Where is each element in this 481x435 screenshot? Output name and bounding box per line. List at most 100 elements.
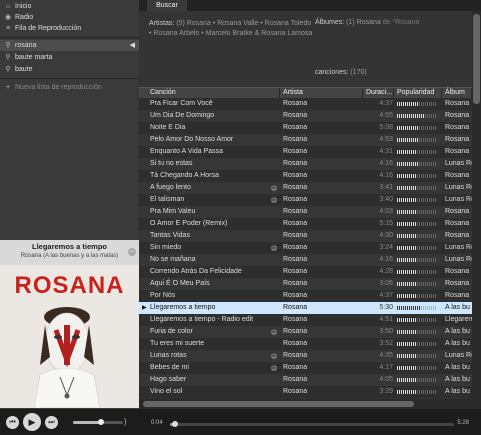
track-artist[interactable]: Rosana [283, 122, 363, 134]
track-album[interactable]: A las bu [445, 302, 472, 314]
track-artist[interactable]: Rosana [283, 158, 363, 170]
table-row[interactable]: Pra Mim Valeu Rosana 4:03 Rosana [139, 206, 472, 218]
table-row[interactable]: El talisman Rosana 3:40 Lunas Ro E [139, 194, 472, 206]
track-album[interactable]: A las bu [445, 386, 472, 398]
track-album[interactable]: Lunas Ro [445, 242, 472, 254]
track-artist[interactable]: Rosana [283, 278, 363, 290]
albums-list[interactable]: (1) Rosana [346, 19, 381, 26]
table-row[interactable]: Llegaremos a tiempo - Radio edit Rosana 4:… [139, 314, 472, 326]
table-row[interactable]: A fuego lento Rosana 3:41 Lunas Ro E [139, 182, 472, 194]
table-row[interactable]: Tá Chegando A Horsa Rosana 4:16 Rosana [139, 170, 472, 182]
table-row[interactable]: Por Nós Rosana 4:37 Rosana [139, 290, 472, 302]
track-album[interactable]: Rosana [445, 98, 472, 110]
table-row[interactable]: Enquanto A Vida Passa Rosana 4:31 Rosana [139, 146, 472, 158]
track-album[interactable]: Lunas Ro [445, 194, 472, 206]
track-album[interactable]: Rosana [445, 170, 472, 182]
track-album[interactable]: Lunas Ro [445, 254, 472, 266]
next-button[interactable]: ⏭ [45, 416, 58, 429]
track-artist[interactable]: Rosana [283, 146, 363, 158]
sidebar-search-baute[interactable]: ⚲ baute [0, 64, 139, 75]
close-icon[interactable]: – [128, 248, 136, 256]
volume-slider[interactable] [73, 419, 123, 425]
column-header-song[interactable]: Canción [139, 88, 280, 98]
previous-button[interactable]: ⏮ [6, 416, 19, 429]
track-album[interactable]: Rosana [445, 278, 472, 290]
track-artist[interactable]: Rosana [283, 206, 363, 218]
play-button[interactable]: ▶ [23, 413, 41, 431]
table-row[interactable]: Aqui É O Meu País Rosana 3:06 Rosana [139, 278, 472, 290]
table-row[interactable]: Si tu no estas Rosana 4:16 Lunas Ro [139, 158, 472, 170]
table-row[interactable]: Hago saber Rosana 4:05 A las bu [139, 374, 472, 386]
table-row[interactable]: O Amor E Poder (Remix) Rosana 5:15 Rosana [139, 218, 472, 230]
track-album[interactable]: Lunas Ro [445, 158, 472, 170]
track-album[interactable]: Lunas Ro [445, 182, 472, 194]
track-album[interactable]: A las bu [445, 338, 472, 350]
track-artist[interactable]: Rosana [283, 170, 363, 182]
track-album[interactable]: Rosana [445, 122, 472, 134]
table-row[interactable]: No se mañana Rosana 4:16 Lunas Ro [139, 254, 472, 266]
artists-list[interactable]: (5) Rosana • Rosana Valle • Rosana Toled… [149, 20, 312, 37]
sidebar-search-rosana[interactable]: ⚲ rosana ◀ [0, 40, 139, 51]
track-artist[interactable]: Rosana [283, 314, 363, 326]
track-album[interactable]: Llegarem [445, 314, 472, 326]
table-row[interactable]: Noite E Dia Rosana 5:08 Rosana [139, 122, 472, 134]
table-row[interactable]: Tantas Vidas Rosana 4:30 Rosana [139, 230, 472, 242]
column-header-popularity[interactable]: Popularidad [394, 88, 442, 98]
track-artist[interactable]: Rosana [283, 302, 363, 314]
column-header-artist[interactable]: Artista [280, 88, 363, 98]
track-album[interactable]: Rosana [445, 146, 472, 158]
column-header-album[interactable]: Álbum [442, 88, 472, 98]
scroll-thumb[interactable] [473, 14, 480, 104]
table-row[interactable]: Correndo Atrás Da Felicidade Rosana 4:28 Ro… [139, 266, 472, 278]
sidebar-item-queue[interactable]: ≡ Fila de Reproducción [0, 23, 139, 34]
track-artist[interactable]: Rosana [283, 134, 363, 146]
track-album[interactable]: Rosana [445, 218, 472, 230]
track-album[interactable]: A las bu [445, 374, 472, 386]
scroll-thumb[interactable] [143, 401, 414, 407]
horizontal-scrollbar[interactable] [139, 399, 472, 409]
column-header-duration[interactable]: Duraci... [363, 88, 394, 98]
track-album[interactable]: Rosana [445, 134, 472, 146]
track-album[interactable]: Rosana [445, 110, 472, 122]
track-artist[interactable]: Rosana [283, 338, 363, 350]
table-row[interactable]: Furia de color Rosana 3:50 A las bu E [139, 326, 472, 338]
track-artist[interactable]: Rosana [283, 110, 363, 122]
track-album[interactable]: A las bu [445, 326, 472, 338]
track-artist[interactable]: Rosana [283, 350, 363, 362]
track-album[interactable]: A las bu [445, 362, 472, 374]
track-artist[interactable]: Rosana [283, 266, 363, 278]
table-row[interactable]: ▶ Llegaremos a tiempo Rosana 5:30 A las bu [139, 302, 472, 314]
track-artist[interactable]: Rosana [283, 386, 363, 398]
table-row[interactable]: Um Dia De Domingo Rosana 4:55 Rosana [139, 110, 472, 122]
seek-slider[interactable] [170, 421, 454, 427]
track-album[interactable]: Rosana [445, 290, 472, 302]
track-artist[interactable]: Rosana [283, 362, 363, 374]
album-cover[interactable]: ROSANA [0, 265, 139, 408]
now-playing-info[interactable]: Llegaremos a tiempo Rosana (A las buenas… [0, 240, 139, 265]
track-artist[interactable]: Rosana [283, 242, 363, 254]
track-artist[interactable]: Rosana [283, 326, 363, 338]
table-row[interactable]: Bebes de mi Rosana 4:17 A las bu E [139, 362, 472, 374]
table-row[interactable]: Pra Ficar Com Você Rosana 4:37 Rosana [139, 98, 472, 110]
new-playlist-button[interactable]: + Nueva lista de reproducción [0, 82, 139, 93]
seek-knob[interactable] [172, 421, 179, 427]
table-row[interactable]: Vino el sol Rosana 3:29 A las bu [139, 386, 472, 398]
sidebar-item-radio[interactable]: ◉ Radio [0, 12, 139, 23]
track-album[interactable]: Lunas Ro [445, 350, 472, 362]
table-row[interactable]: Lunas rotas Rosana 4:35 Lunas Ro E [139, 350, 472, 362]
vertical-scrollbar[interactable] [472, 11, 481, 409]
table-row[interactable]: Sin miedo Rosana 3:24 Lunas Ro E [139, 242, 472, 254]
track-artist[interactable]: Rosana [283, 218, 363, 230]
sidebar-search-baute-marta[interactable]: ⚲ baute marta [0, 52, 139, 63]
track-artist[interactable]: Rosana [283, 374, 363, 386]
volume-knob[interactable] [97, 419, 104, 425]
track-artist[interactable]: Rosana [283, 290, 363, 302]
tab-buscar[interactable]: Buscar [147, 0, 187, 11]
track-artist[interactable]: Rosana [283, 254, 363, 266]
track-album[interactable]: Rosana [445, 230, 472, 242]
track-artist[interactable]: Rosana [283, 98, 363, 110]
table-row[interactable]: Pelo Amor Do Nosso Amor Rosana 4:53 Rosana [139, 134, 472, 146]
track-artist[interactable]: Rosana [283, 194, 363, 206]
track-album[interactable]: Rosana [445, 206, 472, 218]
track-album[interactable]: Rosana [445, 266, 472, 278]
